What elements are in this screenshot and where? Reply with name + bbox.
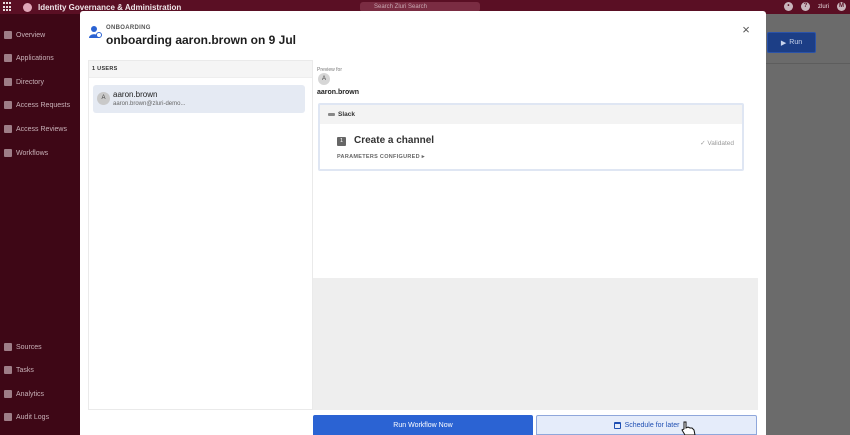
schedule-for-later-button[interactable]: Schedule for later	[536, 415, 757, 435]
preview-panel: Preview for A aaron.brown Slack 1 Create…	[313, 60, 758, 410]
workflow-type-label: ONBOARDING	[106, 25, 151, 31]
org-name: zluri	[817, 3, 829, 10]
key-icon	[4, 101, 12, 109]
app-launcher-icon[interactable]	[3, 2, 13, 12]
sidebar-item-overview[interactable]: Overview	[4, 31, 45, 39]
app-card-header: Slack	[320, 105, 742, 124]
directory-icon	[4, 78, 12, 86]
sidebar-item-sources[interactable]: Sources	[4, 343, 42, 351]
sidebar-item-analytics[interactable]: Analytics	[4, 390, 44, 398]
bell-icon[interactable]: •	[783, 2, 793, 11]
check-icon: ✓	[700, 140, 706, 147]
sidebar-item-access-requests[interactable]: Access Requests	[4, 101, 70, 109]
users-count-header: 1 USERS	[89, 61, 312, 78]
parameters-configured-toggle[interactable]: PARAMETERS CONFIGURED ▸	[337, 154, 425, 160]
sidebar-item-audit-logs[interactable]: Audit Logs	[4, 413, 49, 421]
user-email: aaron.brown@zluri-demo...	[113, 101, 186, 107]
tasks-icon	[4, 366, 12, 374]
sidebar-item-tasks[interactable]: Tasks	[4, 366, 34, 374]
sidebar-item-applications[interactable]: Applications	[4, 54, 54, 62]
chart-icon	[4, 390, 12, 398]
avatar: A	[97, 92, 110, 105]
sidebar: Overview Applications Directory Access R…	[0, 14, 80, 435]
avatar[interactable]: M	[837, 2, 846, 11]
close-icon[interactable]: ×	[740, 23, 752, 36]
app-action-card: Slack 1 Create a channel ✓ Validated PAR…	[318, 103, 744, 171]
step-number: 1	[337, 137, 346, 146]
logo-icon	[23, 2, 32, 12]
apps-icon	[4, 54, 12, 62]
user-onboard-icon	[89, 26, 102, 38]
shield-icon	[4, 125, 12, 133]
user-name: aaron.brown	[113, 90, 158, 99]
preview-label: Preview for	[317, 67, 343, 73]
caret-right-icon: ▸	[421, 154, 425, 160]
log-icon	[4, 413, 12, 421]
users-panel: 1 USERS A aaron.brown aaron.brown@zluri-…	[88, 60, 313, 410]
preview-content: Preview for A aaron.brown Slack 1 Create…	[313, 60, 758, 278]
app-name: Slack	[338, 111, 355, 118]
bolt-icon	[4, 149, 12, 157]
run-workflow-now-button[interactable]: Run Workflow Now	[313, 415, 533, 435]
top-bar-actions: • ? zluri M	[783, 2, 846, 11]
list-item[interactable]: A aaron.brown aaron.brown@zluri-demo...	[93, 85, 305, 113]
grid-icon	[4, 31, 12, 39]
run-workflow-modal: ONBOARDING onboarding aaron.brown on 9 J…	[80, 11, 766, 435]
sidebar-item-directory[interactable]: Directory	[4, 78, 44, 86]
play-icon: ▶	[780, 39, 787, 47]
slack-icon	[328, 113, 335, 116]
hand-cursor-icon	[681, 421, 696, 435]
avatar: A	[318, 73, 330, 85]
sidebar-item-workflows[interactable]: Workflows	[4, 149, 48, 157]
validation-status: ✓ Validated	[700, 140, 734, 147]
preview-user-name: aaron.brown	[317, 89, 360, 96]
modal-title: onboarding aaron.brown on 9 Jul	[106, 33, 297, 47]
background-divider	[766, 63, 850, 64]
action-title: Create a channel	[354, 135, 435, 146]
background-run-button: ▶ Run	[767, 32, 816, 53]
calendar-icon	[613, 421, 621, 429]
database-icon	[4, 343, 12, 351]
sidebar-item-access-reviews[interactable]: Access Reviews	[4, 125, 67, 133]
modal-header: ONBOARDING onboarding aaron.brown on 9 J…	[80, 11, 766, 59]
help-icon[interactable]: ?	[800, 2, 810, 11]
